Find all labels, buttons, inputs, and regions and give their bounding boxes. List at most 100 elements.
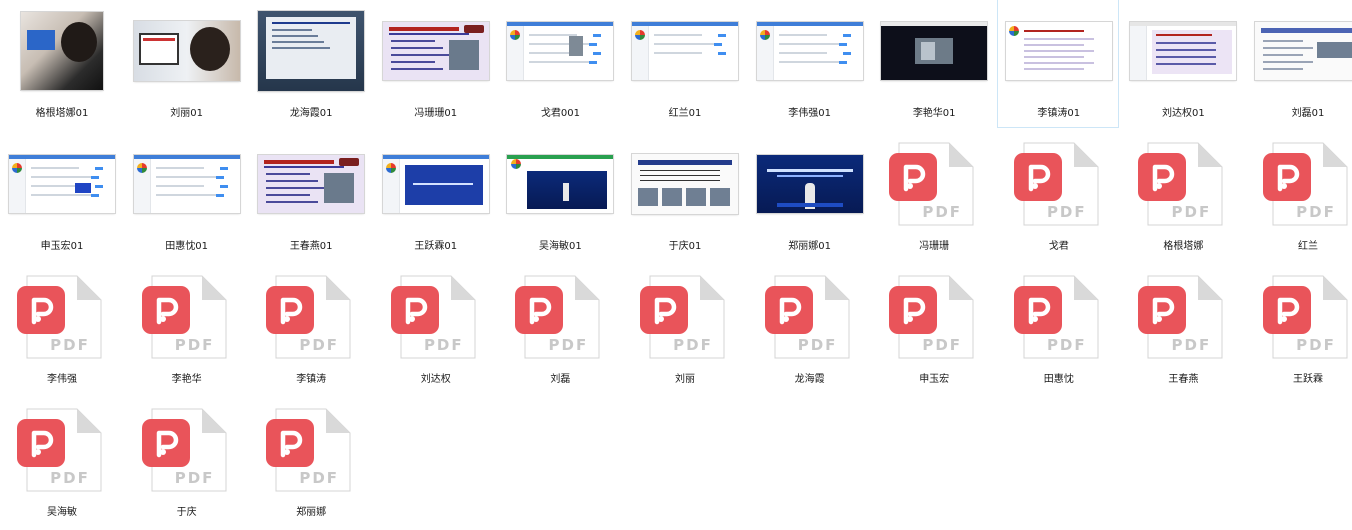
file-name: 郑丽娜 — [296, 507, 327, 518]
image-file-tile[interactable]: 王春燕01 — [249, 129, 371, 261]
image-file-tile[interactable]: 李伟强01 — [748, 0, 870, 128]
pdf-file-tile[interactable]: PDF 于庆 — [125, 395, 247, 527]
file-thumbnail — [749, 0, 871, 105]
image-thumbnail — [258, 11, 365, 91]
file-name: 刘磊01 — [1291, 108, 1325, 119]
file-thumbnail — [250, 0, 372, 105]
image-thumbnail — [21, 12, 103, 90]
pdf-file-tile[interactable]: PDF 申玉宏 — [872, 262, 994, 394]
file-name: 戈君001 — [540, 108, 580, 119]
pdf-file-icon: PDF — [889, 272, 979, 362]
pdf-icon-text: PDF — [922, 336, 963, 354]
pdf-icon-text: PDF — [174, 336, 215, 354]
pdf-file-tile[interactable]: PDF 红兰 — [1246, 129, 1352, 261]
pdf-file-tile[interactable]: PDF 王春燕 — [1121, 262, 1243, 394]
pdf-file-tile[interactable]: PDF 郑丽娜 — [249, 395, 371, 527]
image-file-tile[interactable]: 申玉宏01 — [0, 129, 122, 261]
file-name: 王跃霖01 — [414, 241, 458, 252]
pdf-file-tile[interactable]: PDF 刘磊 — [498, 262, 620, 394]
image-file-tile[interactable]: 郑丽娜01 — [748, 129, 870, 261]
file-name: 田惠忱 — [1043, 374, 1074, 385]
file-thumbnail: PDF — [998, 130, 1120, 238]
file-thumbnail: PDF — [126, 263, 248, 371]
pdf-icon-text: PDF — [1296, 203, 1336, 221]
image-file-tile[interactable]: 戈君001 — [498, 0, 620, 128]
image-thumbnail — [382, 155, 489, 213]
file-name: 王跃霖 — [1293, 374, 1323, 385]
image-file-tile[interactable]: 于庆01 — [623, 129, 745, 261]
file-thumbnail: PDF — [749, 263, 871, 371]
pdf-file-icon: PDF — [1138, 272, 1228, 362]
image-thumbnail — [507, 22, 614, 80]
pdf-file-icon: PDF — [1013, 272, 1104, 362]
pdf-file-tile[interactable]: PDF 吴海敏 — [0, 395, 122, 527]
file-thumbnail — [250, 130, 372, 238]
pdf-file-icon: PDF — [1138, 139, 1228, 229]
pdf-icon-text: PDF — [299, 469, 340, 487]
image-file-tile[interactable]: 红兰01 — [623, 0, 745, 128]
file-thumbnail: PDF — [1122, 263, 1244, 371]
file-thumbnail — [1, 130, 123, 238]
pdf-file-tile[interactable]: PDF 刘丽 — [623, 262, 745, 394]
file-name: 红兰01 — [668, 108, 702, 119]
image-file-tile[interactable]: 刘磊01 — [1246, 0, 1352, 128]
pdf-file-icon: PDF — [141, 272, 232, 362]
file-name: 李艳华 — [171, 374, 202, 385]
pdf-file-icon: PDF — [1263, 139, 1352, 229]
image-file-tile[interactable]: 冯珊珊01 — [374, 0, 496, 128]
image-thumbnail — [756, 22, 863, 80]
pdf-file-tile[interactable]: PDF 李伟强 — [0, 262, 122, 394]
image-file-tile[interactable]: 格根塔娜01 — [0, 0, 122, 128]
file-thumbnail — [624, 130, 746, 238]
pdf-file-tile[interactable]: PDF 龙海霞 — [748, 262, 870, 394]
pdf-file-tile[interactable]: PDF 戈君 — [997, 129, 1119, 261]
file-thumbnail — [998, 0, 1120, 105]
image-file-tile[interactable]: 刘达权01 — [1121, 0, 1243, 128]
image-thumbnail — [632, 22, 738, 80]
file-thumbnail — [873, 0, 995, 105]
file-name: 红兰 — [1298, 241, 1318, 252]
image-file-tile[interactable]: 李镇涛01 — [996, 0, 1120, 128]
file-name: 李镇涛 — [296, 374, 327, 385]
file-grid: 格根塔娜01 刘丽01 龙海霞01 冯珊珊01 戈君001 红兰01 李伟强01… — [0, 0, 1352, 530]
image-file-tile[interactable]: 田惠忱01 — [125, 129, 247, 261]
file-thumbnail: PDF — [126, 396, 248, 504]
pdf-file-tile[interactable]: PDF 王跃霖 — [1246, 262, 1352, 394]
pdf-file-icon: PDF — [889, 139, 979, 229]
pdf-file-tile[interactable]: PDF 李艳华 — [125, 262, 247, 394]
pdf-file-icon: PDF — [515, 272, 605, 362]
file-thumbnail — [499, 130, 621, 238]
pdf-icon-text: PDF — [299, 336, 340, 354]
image-file-tile[interactable]: 刘丽01 — [125, 0, 247, 128]
file-thumbnail — [499, 0, 621, 105]
file-thumbnail: PDF — [1, 396, 123, 504]
pdf-file-icon: PDF — [266, 405, 356, 495]
file-name: 李伟强 — [47, 374, 77, 385]
pdf-file-tile[interactable]: PDF 刘达权 — [374, 262, 496, 394]
image-file-tile[interactable]: 李艳华01 — [872, 0, 994, 128]
pdf-icon-text: PDF — [1046, 203, 1087, 221]
pdf-file-tile[interactable]: PDF 冯珊珊 — [872, 129, 994, 261]
pdf-file-tile[interactable]: PDF 田惠忱 — [997, 262, 1119, 394]
file-thumbnail: PDF — [873, 263, 995, 371]
pdf-icon-text: PDF — [673, 336, 713, 354]
pdf-file-tile[interactable]: PDF 李镇涛 — [249, 262, 371, 394]
pdf-file-icon: PDF — [764, 272, 855, 362]
file-name: 王春燕 — [1168, 374, 1199, 385]
file-name: 刘丽01 — [170, 108, 203, 119]
file-name: 龙海霞 — [794, 374, 825, 385]
pdf-file-tile[interactable]: PDF 格根塔娜 — [1121, 129, 1243, 261]
image-file-tile[interactable]: 龙海霞01 — [249, 0, 371, 128]
image-file-tile[interactable]: 吴海敏01 — [498, 129, 620, 261]
image-thumbnail — [9, 155, 115, 213]
pdf-icon-text: PDF — [1296, 336, 1336, 354]
file-name: 刘达权 — [420, 374, 451, 385]
image-thumbnail — [133, 21, 240, 81]
image-thumbnail — [507, 155, 614, 213]
image-thumbnail — [881, 22, 988, 80]
file-thumbnail — [624, 0, 746, 105]
file-name: 郑丽娜01 — [788, 241, 831, 252]
image-file-tile[interactable]: 王跃霖01 — [374, 129, 496, 261]
file-thumbnail — [126, 130, 248, 238]
pdf-file-icon: PDF — [390, 272, 481, 362]
